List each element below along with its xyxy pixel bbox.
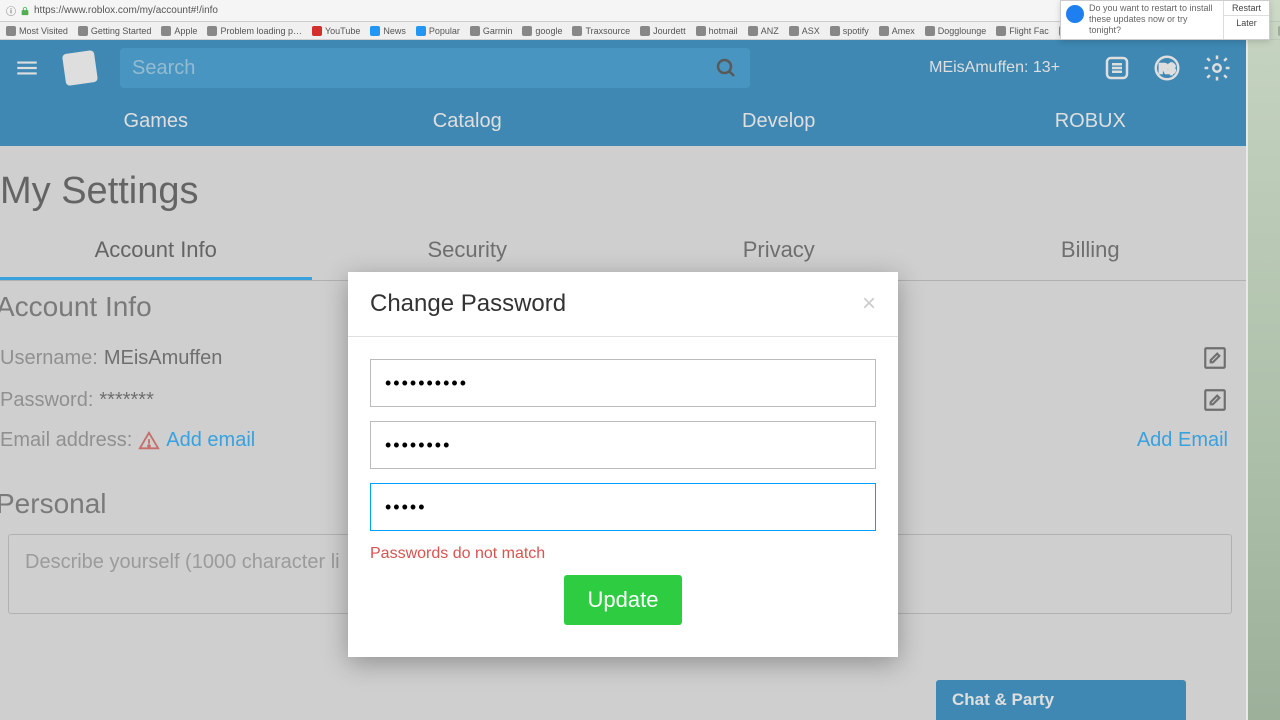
bookmark-icon bbox=[748, 26, 758, 36]
bookmark-icon bbox=[789, 26, 799, 36]
modal-title: Change Password bbox=[370, 290, 566, 318]
bookmark-icon bbox=[470, 26, 480, 36]
confirm-password-input[interactable] bbox=[370, 483, 876, 531]
bookmark-icon bbox=[640, 26, 650, 36]
bookmark-item[interactable]: ANZ bbox=[748, 26, 779, 36]
update-later-button[interactable]: Later bbox=[1224, 16, 1269, 30]
system-update-popup: Do you want to restart to install these … bbox=[1060, 0, 1270, 40]
bookmark-item[interactable]: Getting Started bbox=[78, 26, 152, 36]
bookmark-icon bbox=[312, 26, 322, 36]
password-error-text: Passwords do not match bbox=[370, 545, 876, 563]
bookmark-item[interactable]: Most Visited bbox=[6, 26, 68, 36]
bookmark-item[interactable]: News bbox=[370, 26, 406, 36]
bookmark-item[interactable]: google bbox=[522, 26, 562, 36]
current-password-input[interactable] bbox=[370, 359, 876, 407]
bookmark-item[interactable]: Problem loading p… bbox=[207, 26, 302, 36]
bookmark-icon bbox=[696, 26, 706, 36]
bookmark-item[interactable]: spotify bbox=[830, 26, 869, 36]
bookmark-icon bbox=[207, 26, 217, 36]
change-password-modal: Change Password × Passwords do not match… bbox=[348, 272, 898, 657]
bookmark-icon bbox=[996, 26, 1006, 36]
close-icon[interactable]: × bbox=[862, 290, 876, 318]
bookmark-item[interactable]: Popular bbox=[416, 26, 460, 36]
bookmark-icon bbox=[416, 26, 426, 36]
bookmark-item[interactable]: Apple bbox=[161, 26, 197, 36]
bookmark-item[interactable]: Traxsource bbox=[572, 26, 630, 36]
new-password-input[interactable] bbox=[370, 421, 876, 469]
bookmark-icon bbox=[6, 26, 16, 36]
update-restart-button[interactable]: Restart bbox=[1224, 1, 1269, 16]
url-text: https://www.roblox.com/my/account#!/info bbox=[34, 5, 218, 16]
appstore-icon bbox=[1066, 5, 1084, 23]
bookmark-icon bbox=[78, 26, 88, 36]
bookmark-item[interactable]: hotmail bbox=[696, 26, 738, 36]
bookmark-item[interactable]: Jourdett bbox=[640, 26, 686, 36]
info-icon: ⓘ bbox=[6, 3, 16, 18]
update-button[interactable]: Update bbox=[564, 575, 683, 625]
bookmark-item[interactable]: Flight Fac bbox=[996, 26, 1049, 36]
bookmark-item[interactable]: Dogglounge bbox=[925, 26, 987, 36]
bookmark-item[interactable]: Garmin bbox=[470, 26, 513, 36]
bookmark-icon bbox=[572, 26, 582, 36]
bookmark-icon bbox=[925, 26, 935, 36]
bookmark-icon bbox=[370, 26, 380, 36]
bookmark-item[interactable]: YouTube bbox=[312, 26, 360, 36]
bookmark-icon bbox=[161, 26, 171, 36]
bookmark-icon bbox=[522, 26, 532, 36]
desktop-edge bbox=[1248, 0, 1280, 720]
bookmark-item[interactable]: Amex bbox=[879, 26, 915, 36]
bookmark-icon bbox=[879, 26, 889, 36]
bookmark-item[interactable]: ASX bbox=[789, 26, 820, 36]
modal-backdrop: Change Password × Passwords do not match… bbox=[0, 40, 1246, 720]
lock-icon bbox=[20, 6, 30, 16]
update-popup-text: Do you want to restart to install these … bbox=[1089, 1, 1223, 39]
bookmark-icon bbox=[830, 26, 840, 36]
